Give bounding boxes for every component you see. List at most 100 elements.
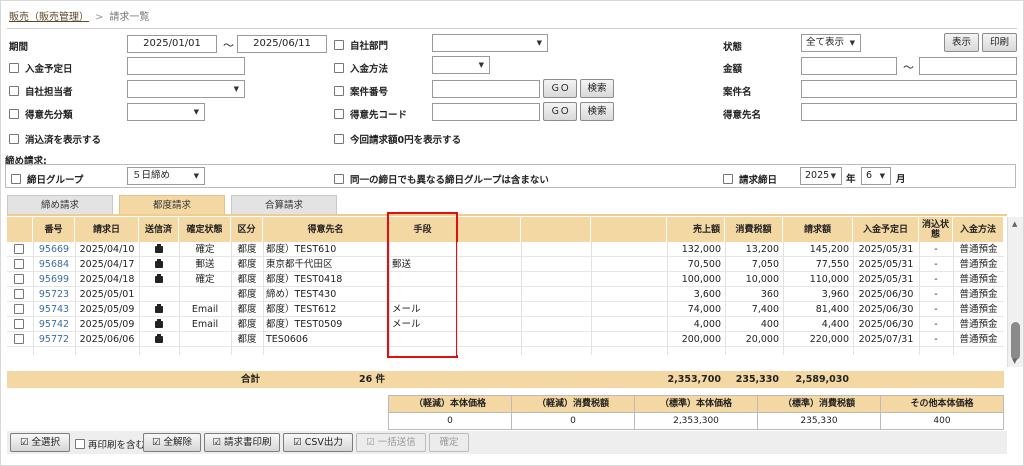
table-row[interactable]: 95742 2025/05/09 Email 都度 都度）TEST0509 メール 4,00… — [7, 317, 1004, 332]
action-bar: ☑ 全選択 再印刷を含む ☑ 全解除 ☑ 請求書印刷 ☑ CSV出力 ☑ 一括送… — [7, 431, 1007, 454]
payment-due-checkbox[interactable] — [9, 63, 19, 73]
select-all-button[interactable]: ☑ 全選択 — [10, 433, 70, 452]
scroll-up-icon[interactable]: ▲ — [1012, 220, 1017, 228]
show-zero-checkbox[interactable] — [334, 134, 344, 144]
row-checkbox[interactable] — [14, 259, 24, 269]
table-row[interactable]: 95723 2025/05/01 都度 締め）TEST430 3,600 360 3,960… — [7, 287, 1004, 302]
exclude-group-checkbox[interactable] — [334, 174, 344, 184]
header-select — [7, 217, 33, 242]
cell-pay-method: 普通預金 — [959, 334, 998, 345]
invoice-print-button[interactable]: ☑ 請求書印刷 — [204, 433, 280, 452]
table-row[interactable]: 95743 2025/05/09 Email 都度 都度）TEST612 メール 74,00… — [7, 302, 1004, 317]
breadcrumb-sales-link[interactable]: 販売（販売管理） — [9, 12, 89, 23]
table-row[interactable]: 95699 2025/04/18 確定 都度 都度）TEST0418 100,000 10,… — [7, 272, 1004, 287]
customer-go-button[interactable]: ＧＯ — [543, 102, 577, 121]
year-select[interactable]: 2025 ▼ — [800, 167, 842, 185]
cell-kind: 都度 — [237, 334, 257, 345]
header-due-date[interactable]: 入金予定日 — [853, 217, 919, 242]
customer-class-select[interactable]: ▼ — [127, 103, 205, 121]
scroll-down-icon[interactable]: ▼ — [1012, 357, 1017, 365]
own-staff-checkbox[interactable] — [9, 86, 19, 96]
amount-from-input[interactable] — [801, 57, 897, 75]
cell-sales: 74,000 — [687, 304, 721, 315]
table-row[interactable]: 95669 2025/04/10 確定 都度 都度）TEST610 132,000 13,2… — [7, 242, 1004, 257]
row-checkbox[interactable] — [14, 334, 24, 344]
cell-pay-method: 普通預金 — [959, 274, 998, 285]
row-checkbox[interactable] — [14, 274, 24, 284]
own-staff-select[interactable]: ▼ — [127, 80, 245, 98]
header-billed[interactable]: 請求額 — [783, 217, 853, 242]
header-number[interactable]: 番号 — [33, 217, 75, 242]
show-cleared-checkbox[interactable] — [9, 134, 19, 144]
chevron-down-icon: ▼ — [233, 85, 239, 93]
case-no-input[interactable] — [432, 80, 540, 98]
closing-group-checkbox[interactable] — [11, 174, 21, 184]
status-label: 状態 — [723, 42, 743, 53]
cell-pay-method: 普通預金 — [959, 259, 998, 270]
case-go-button[interactable]: ＧＯ — [543, 79, 577, 98]
show-button[interactable]: 表示 — [944, 33, 979, 52]
cell-number[interactable]: 95699 — [33, 272, 75, 287]
header-kind[interactable]: 区分 — [231, 217, 263, 242]
confirm-button[interactable]: 確定 — [429, 433, 469, 452]
customer-name-input[interactable] — [801, 103, 1017, 121]
tab-closing-invoice[interactable]: 締め請求 — [7, 195, 113, 215]
bulk-send-button[interactable]: ☑ 一括送信 — [356, 433, 426, 452]
period-to-input[interactable]: 2025/06/11 — [237, 35, 327, 53]
closing-group-select[interactable]: ５日締め ▼ — [127, 167, 205, 185]
invoice-print-label: 請求書印刷 — [224, 437, 272, 448]
print-button[interactable]: 印刷 — [982, 33, 1017, 52]
period-from-input[interactable]: 2025/01/01 — [127, 35, 217, 53]
cell-tax: 10,000 — [745, 274, 779, 285]
cell-number[interactable]: 95772 — [33, 332, 75, 347]
column-divider — [725, 242, 726, 355]
grid-scrollbar[interactable]: ▲ ▼ — [1007, 217, 1023, 367]
totals-sales: 2,353,700 — [667, 374, 722, 385]
own-dept-select[interactable]: ▼ — [432, 34, 548, 52]
cell-kind: 都度 — [237, 244, 257, 255]
reprint-checkbox[interactable] — [75, 439, 85, 449]
header-confirm-state[interactable]: 確定状態 — [179, 217, 231, 242]
cell-due-date: 2025/06/30 — [858, 289, 914, 300]
header-sales[interactable]: 売上額 — [667, 217, 725, 242]
payment-method-select[interactable]: ▼ — [432, 56, 490, 74]
cell-number[interactable]: 95742 — [33, 317, 75, 332]
cell-invoice-date: 2025/04/18 — [79, 274, 135, 285]
header-sent[interactable]: 送信済 — [139, 217, 179, 242]
tab-per-invoice[interactable]: 都度請求 — [119, 195, 225, 215]
cell-number[interactable]: 95669 — [33, 242, 75, 257]
row-checkbox[interactable] — [14, 289, 24, 299]
cell-number[interactable]: 95723 — [33, 287, 75, 302]
month-select[interactable]: 6 ▼ — [861, 167, 891, 185]
customer-class-checkbox[interactable] — [9, 109, 19, 119]
cell-number[interactable]: 95684 — [33, 257, 75, 272]
row-checkbox[interactable] — [14, 244, 24, 254]
header-tax[interactable]: 消費税額 — [725, 217, 783, 242]
scroll-thumb[interactable] — [1011, 322, 1020, 360]
cell-number[interactable]: 95743 — [33, 302, 75, 317]
case-no-checkbox[interactable] — [334, 86, 344, 96]
clear-all-button[interactable]: ☑ 全解除 — [143, 433, 201, 452]
header-invoice-date[interactable]: 請求日 — [75, 217, 139, 242]
case-name-input[interactable] — [801, 80, 1017, 98]
table-row[interactable]: 95684 2025/04/17 郵送 都度 東京都千代田区 郵送 70,500 7,050 7… — [7, 257, 1004, 272]
row-checkbox[interactable] — [14, 319, 24, 329]
closing-date-checkbox[interactable] — [723, 174, 733, 184]
customer-search-button[interactable]: 検索 — [580, 102, 614, 121]
method-column-highlight — [387, 212, 458, 358]
customer-code-input[interactable] — [432, 103, 540, 121]
csv-export-button[interactable]: ☑ CSV出力 — [283, 433, 353, 452]
own-dept-checkbox[interactable] — [334, 40, 344, 50]
payment-due-input[interactable] — [127, 57, 245, 75]
header-customer-name[interactable]: 得意先名 — [263, 217, 389, 242]
amount-to-input[interactable] — [919, 57, 1017, 75]
tab-combined-invoice[interactable]: 合算請求 — [231, 195, 337, 215]
status-select[interactable]: 全て表示 ▼ — [801, 34, 861, 52]
table-row[interactable]: 95772 2025/06/06 都度 TES0606 200,000 20,000 220… — [7, 332, 1004, 347]
payment-method-checkbox[interactable] — [334, 63, 344, 73]
customer-code-checkbox[interactable] — [334, 109, 344, 119]
case-search-button[interactable]: 検索 — [580, 79, 614, 98]
header-cleared[interactable]: 消込状態 — [919, 217, 953, 242]
header-pay-method[interactable]: 入金方法 — [953, 217, 1004, 242]
row-checkbox[interactable] — [14, 304, 24, 314]
